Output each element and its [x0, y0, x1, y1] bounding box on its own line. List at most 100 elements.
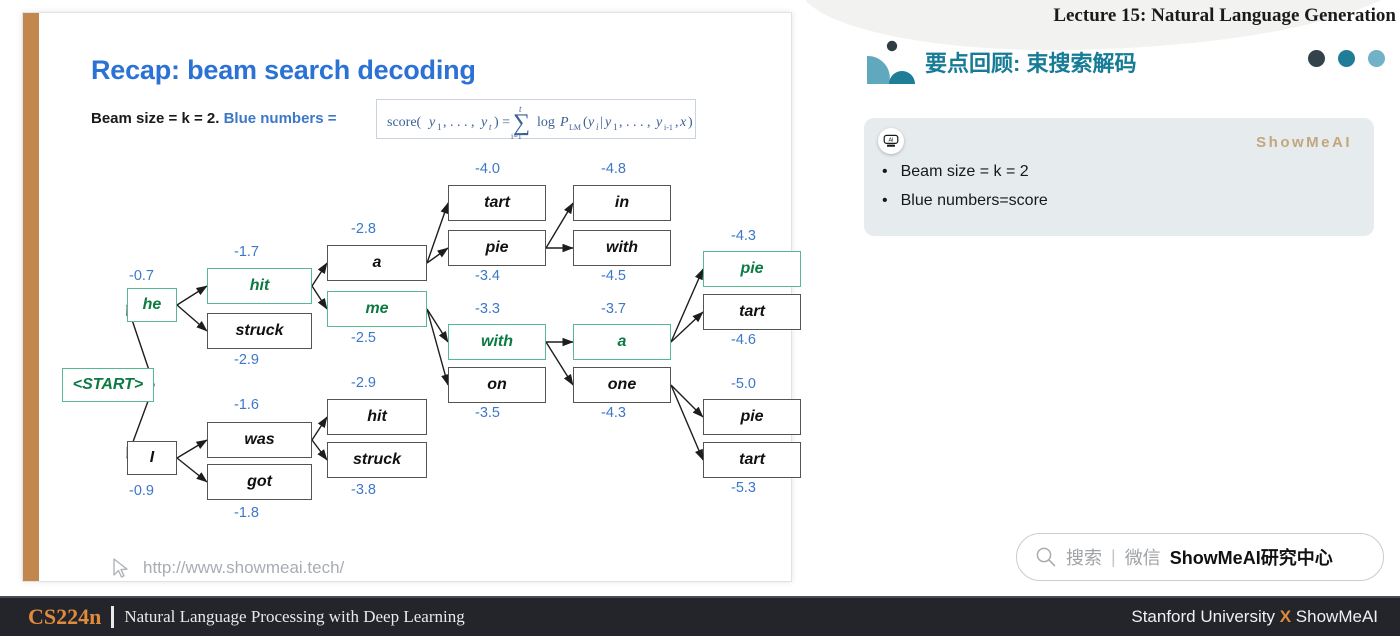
diagram-node-tart1: tart	[448, 185, 546, 221]
ai-robot-icon: AI	[878, 128, 904, 154]
diagram-node-was: was	[207, 422, 312, 458]
affiliation-left: Stanford University	[1131, 607, 1275, 626]
search-bar[interactable]: 搜索 | 微信 ShowMeAI研究中心	[1016, 533, 1384, 581]
score-label-was: -1.6	[234, 397, 259, 413]
slide-accent-bar	[23, 13, 39, 581]
diagram-node-in: in	[573, 185, 671, 221]
bullet-item: • Beam size = k = 2	[882, 163, 1352, 181]
dot-3	[1368, 50, 1385, 67]
diagram-node-with2: with	[573, 230, 671, 266]
edge-one-to-pie_bot	[670, 384, 704, 418]
search-placeholder: 搜索	[1066, 548, 1102, 568]
edge-a2-to-tart_top	[670, 311, 704, 343]
search-icon	[1036, 547, 1056, 567]
edge-me-to-on	[426, 308, 450, 386]
diagram-node-hit2: hit	[327, 399, 427, 435]
score-label-pie_top: -4.3	[731, 228, 756, 244]
diagram-node-struck1: struck	[207, 313, 312, 349]
diagram-node-he: he	[127, 288, 177, 322]
card-brand-label: ShowMeAI	[1256, 134, 1352, 151]
score-label-struck2: -3.8	[351, 482, 376, 498]
diagram-node-tart_top: tart	[703, 294, 801, 330]
edge-one-to-tart_bot	[670, 384, 704, 461]
decorative-dots	[1308, 50, 1385, 67]
diagram-node-got: got	[207, 464, 312, 500]
score-label-tart1: -4.0	[475, 161, 500, 177]
score-label-i: -0.9	[129, 483, 154, 499]
edge-i-to-got	[176, 457, 208, 483]
score-label-one: -4.3	[601, 405, 626, 421]
footer-divider	[111, 606, 115, 628]
score-label-he: -0.7	[129, 268, 154, 284]
course-code: CS224n	[28, 604, 102, 629]
bullet-text: Beam size = k = 2	[900, 163, 1029, 180]
score-label-me: -2.5	[351, 330, 376, 346]
diagram-node-with1: with	[448, 324, 546, 360]
bullet-list: • Beam size = k = 2 • Blue numbers=score	[882, 163, 1352, 221]
score-label-hit1: -1.7	[234, 244, 259, 260]
edge-was-to-hit2	[311, 416, 328, 441]
diagram-node-start: <START>	[62, 368, 154, 402]
edge-a1-to-tart1	[426, 202, 449, 264]
edge-hit1-to-me	[311, 285, 328, 310]
footer-bar: CS224n Natural Language Processing with …	[0, 596, 1400, 636]
score-label-with1: -3.3	[475, 301, 500, 317]
score-label-tart_top: -4.6	[731, 332, 756, 348]
summary-card: AI ShowMeAI • Beam size = k = 2 • Blue numb…	[864, 118, 1374, 236]
edge-a2-to-pie_top	[670, 268, 704, 343]
score-label-on: -3.5	[475, 405, 500, 421]
diagram-node-on: on	[448, 367, 546, 403]
score-label-a1: -2.8	[351, 221, 376, 237]
edge-i-to-was	[176, 439, 208, 459]
footer-affiliation: Stanford University X ShowMeAI	[1131, 607, 1378, 627]
edge-hit1-to-a1	[311, 262, 328, 287]
panel-heading: 要点回顾: 束搜索解码	[925, 51, 1137, 76]
diagram-node-me: me	[327, 291, 427, 327]
score-label-pie_bot: -5.0	[731, 376, 756, 392]
score-label-got: -1.8	[234, 505, 259, 521]
bullet-marker: •	[882, 163, 888, 180]
beam-search-diagram: <START> he Ihit struck was got a me hit struck tar…	[39, 13, 801, 583]
diagram-node-i: I	[127, 441, 177, 475]
edge-me-to-with1	[426, 308, 449, 343]
diagram-node-pie1: pie	[448, 230, 546, 266]
score-label-struck1: -2.9	[234, 352, 259, 368]
diagram-node-a1: a	[327, 245, 427, 281]
course-name: Natural Language Processing with Deep Le…	[124, 607, 465, 626]
score-label-tart_bot: -5.3	[731, 480, 756, 496]
diagram-node-tart_bot: tart	[703, 442, 801, 478]
diagram-node-pie_bot: pie	[703, 399, 801, 435]
slide-panel: Recap: beam search decoding Beam size = …	[22, 12, 801, 583]
edge-he-to-struck1	[176, 304, 208, 332]
footer-course-info: CS224n Natural Language Processing with …	[28, 604, 465, 630]
svg-text:AI: AI	[888, 138, 893, 144]
score-label-hit2: -2.9	[351, 375, 376, 391]
affiliation-right: ShowMeAI	[1295, 607, 1378, 626]
diagram-node-pie_top: pie	[703, 251, 801, 287]
edge-with1-to-one	[545, 341, 574, 386]
bullet-text: Blue numbers=score	[900, 192, 1048, 209]
score-label-with2: -4.5	[601, 268, 626, 284]
dot-2	[1338, 50, 1355, 67]
diagram-node-a2: a	[573, 324, 671, 360]
bullet-marker: •	[882, 192, 888, 209]
diagram-node-hit1: hit	[207, 268, 312, 304]
showmeai-logo-icon	[867, 40, 915, 84]
diagram-node-one: one	[573, 367, 671, 403]
ai-robot-glyph: AI	[883, 134, 899, 147]
edge-he-to-hit1	[176, 285, 208, 306]
slide-content: Recap: beam search decoding Beam size = …	[39, 13, 801, 583]
edge-was-to-struck2	[311, 439, 328, 461]
affiliation-x: X	[1279, 607, 1292, 626]
search-separator: |	[1111, 546, 1116, 567]
diagram-node-struck2: struck	[327, 442, 427, 478]
score-label-a2: -3.7	[601, 301, 626, 317]
search-channel-label: 微信	[1124, 548, 1161, 568]
score-label-in: -4.8	[601, 161, 626, 177]
lecture-title: Lecture 15: Natural Language Generation	[1053, 5, 1396, 26]
dot-1	[1308, 50, 1325, 67]
edge-pie1-to-in	[545, 202, 574, 249]
search-channel-name: ShowMeAI研究中心	[1169, 548, 1333, 568]
screenshot-root: Recap: beam search decoding Beam size = …	[0, 0, 1400, 636]
bullet-item: • Blue numbers=score	[882, 192, 1352, 210]
